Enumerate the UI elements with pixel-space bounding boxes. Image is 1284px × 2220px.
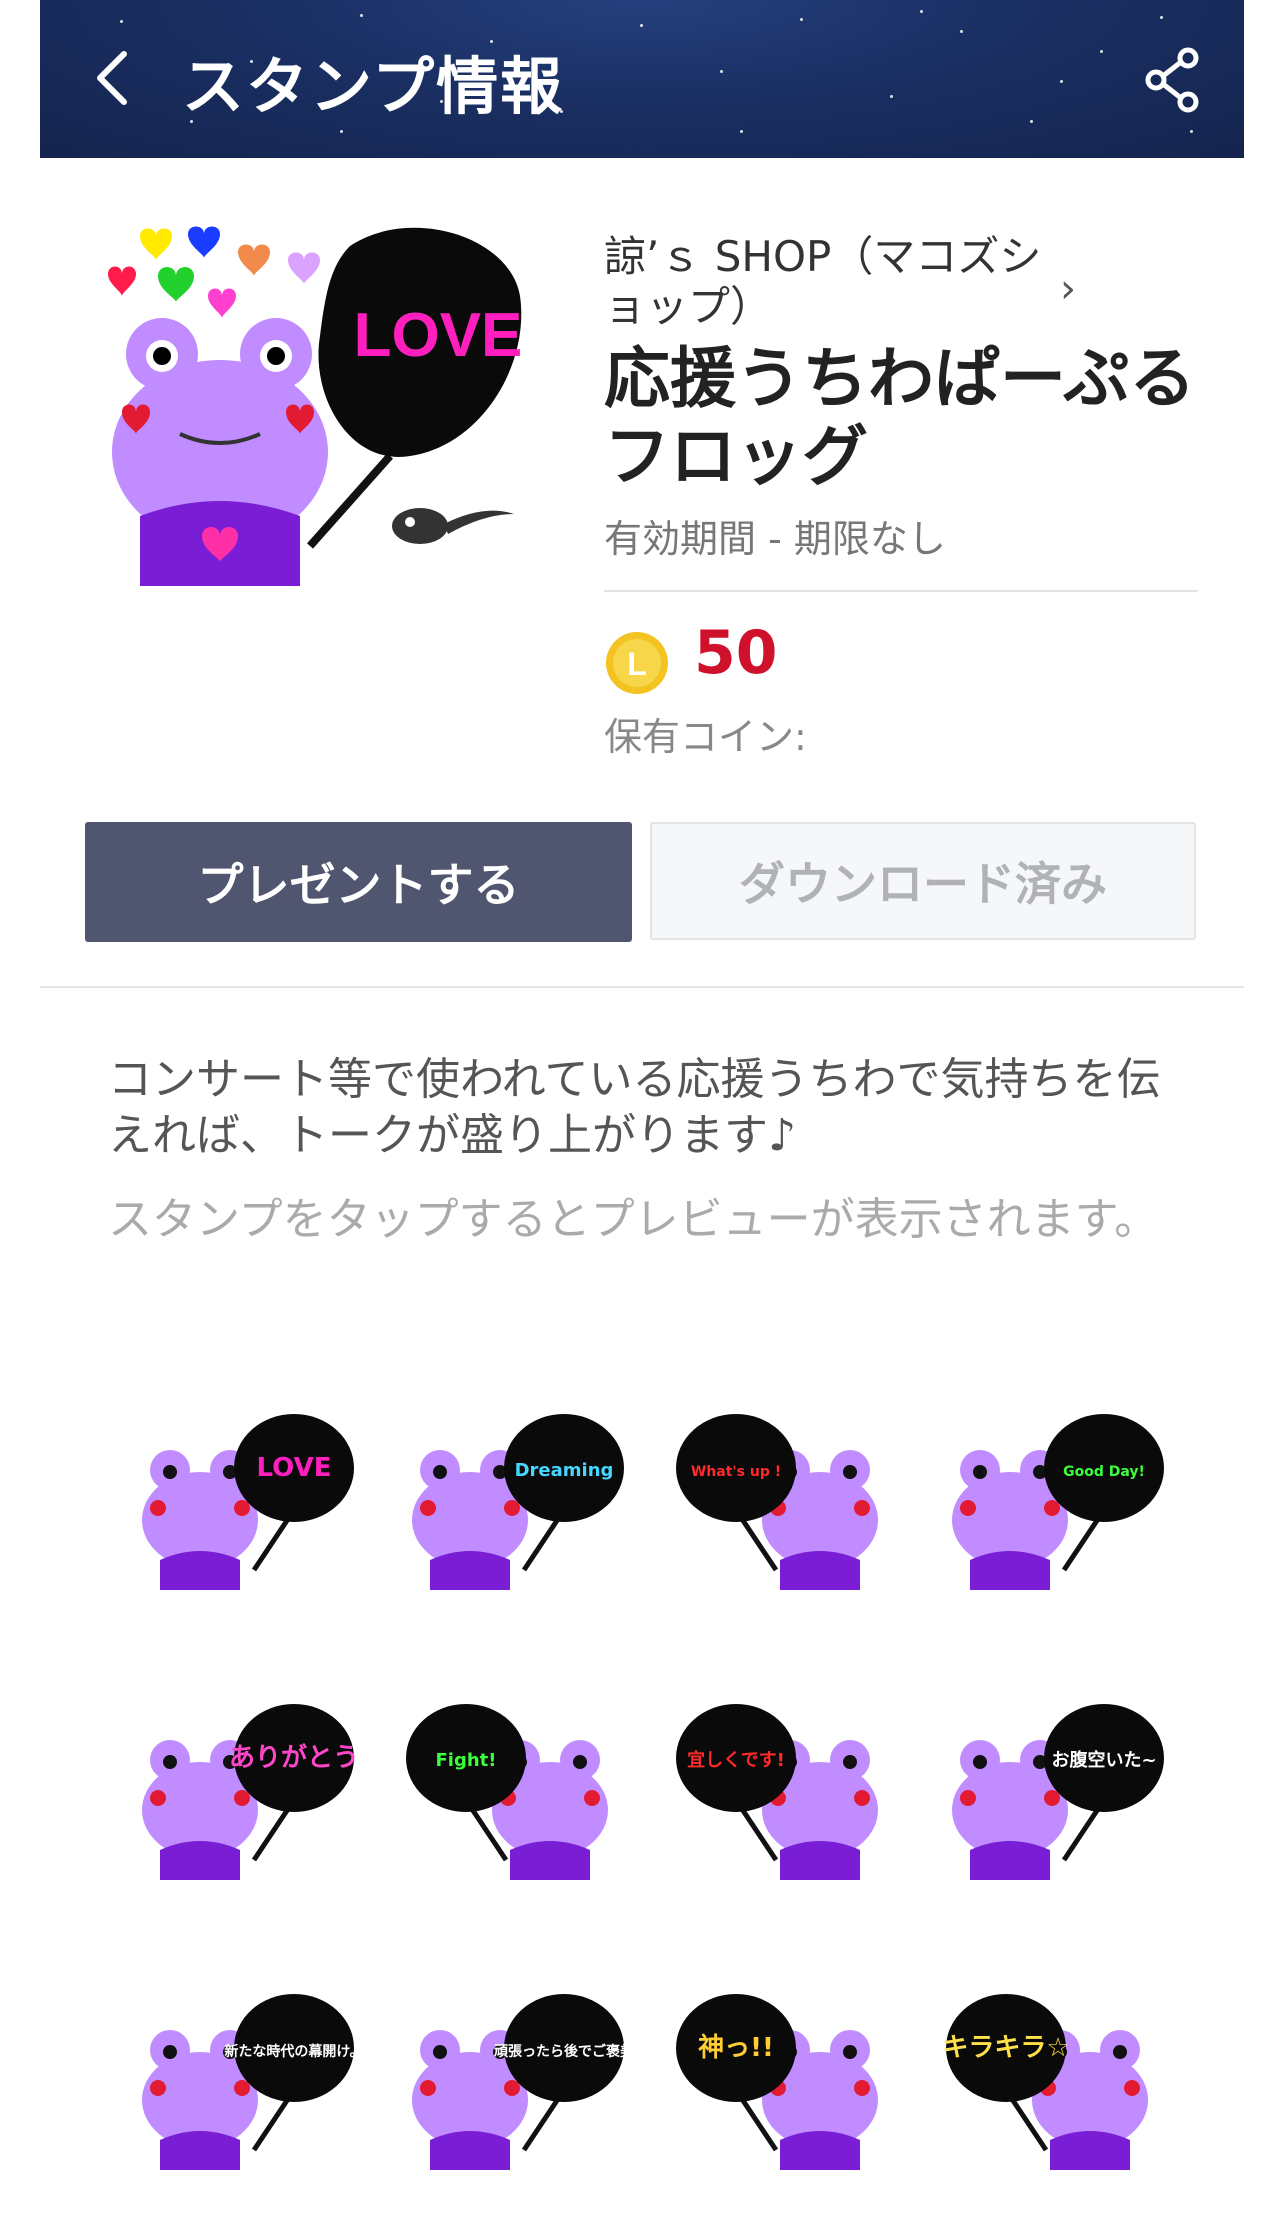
divider	[40, 986, 1244, 988]
star-decoration	[740, 130, 743, 133]
sticker-pack-title: 応援うちわぱーぷるフロッグ	[604, 340, 1196, 495]
star-decoration	[1060, 80, 1063, 83]
present-button[interactable]: プレゼントする	[85, 822, 632, 942]
star-decoration	[920, 10, 923, 13]
main-sticker-text: LOVE	[354, 301, 523, 370]
sticker-image: Dreaming	[412, 1414, 624, 1590]
star-decoration	[800, 18, 803, 21]
sticker-item[interactable]: Dreaming	[400, 1400, 630, 1600]
love-fan: LOVE	[307, 227, 523, 549]
star-decoration	[250, 60, 253, 63]
hearts-decoration	[108, 226, 320, 318]
sticker-item[interactable]: LOVE	[130, 1400, 360, 1600]
sticker-item[interactable]: Good Day!	[940, 1400, 1170, 1600]
star-decoration	[340, 130, 343, 133]
sticker-image: ありがとう	[142, 1704, 359, 1880]
star-decoration	[1100, 50, 1103, 53]
downloaded-button: ダウンロード済み	[650, 822, 1196, 940]
frog-character	[112, 318, 328, 586]
sticker-image: What's up !	[676, 1414, 878, 1590]
back-chevron-icon	[97, 51, 127, 105]
sticker-item[interactable]: キラキラ☆	[940, 1980, 1170, 2180]
star-decoration	[1190, 130, 1193, 133]
sticker-fan-text: 宜しくです!	[687, 1749, 785, 1771]
star-decoration	[720, 70, 723, 73]
main-sticker-image: LOVE	[100, 216, 570, 606]
sticker-item[interactable]: 頑張ったら後でご褒美	[400, 1980, 635, 2180]
sticker-info-page: スタンプ情報 LOVE 諒’ｓ SHOP（マコズショップ） › 応援うちわぱーぷ…	[0, 0, 1284, 2220]
star-decoration	[120, 20, 123, 23]
sticker-image: 宜しくです!	[676, 1704, 878, 1880]
sticker-image: LOVE	[142, 1414, 354, 1590]
line-coin-icon: L	[606, 632, 668, 694]
share-icon	[1145, 47, 1199, 113]
star-decoration	[1030, 120, 1033, 123]
sticker-fan-text: ありがとう	[229, 1742, 359, 1773]
tadpole-decoration	[392, 508, 514, 544]
divider	[604, 590, 1198, 592]
sticker-image: Good Day!	[952, 1414, 1164, 1590]
star-decoration	[1160, 16, 1163, 19]
sticker-item[interactable]: ありがとう	[130, 1690, 360, 1890]
sticker-fan-text: キラキラ☆	[942, 2033, 1069, 2063]
sticker-image: 神っ!!	[676, 1994, 878, 2170]
back-button[interactable]	[80, 42, 150, 112]
star-decoration	[190, 120, 193, 123]
sticker-item[interactable]: 新たな時代の幕開け。	[130, 1980, 364, 2180]
sticker-item[interactable]: Fight!	[400, 1690, 630, 1890]
star-decoration	[360, 14, 363, 17]
star-decoration	[560, 110, 563, 113]
sticker-item[interactable]: 神っ!!	[670, 1980, 900, 2180]
sticker-item[interactable]: 宜しくです!	[670, 1690, 900, 1890]
sticker-fan-text: 新たな時代の幕開け。	[224, 2043, 360, 2060]
star-decoration	[490, 40, 493, 43]
svg-text:L: L	[627, 646, 647, 682]
page-title: スタンプ情報	[182, 50, 565, 123]
preview-hint: スタンプをタップするとプレビューが表示されます。	[108, 1194, 1159, 1245]
header-bar: スタンプ情報	[40, 0, 1244, 158]
sticker-image: お腹空いた~	[952, 1704, 1164, 1880]
creator-link[interactable]: 諒’ｓ SHOP（マコズショップ） ›	[604, 232, 1084, 332]
sticker-item[interactable]: What's up !	[670, 1400, 900, 1600]
price: 50	[694, 618, 778, 688]
sticker-fan-text: お腹空いた~	[1051, 1749, 1156, 1771]
sticker-fan-text: What's up !	[691, 1464, 781, 1480]
sticker-fan-text: Fight!	[436, 1750, 497, 1771]
sticker-image: Fight!	[406, 1704, 608, 1880]
sticker-fan-text: LOVE	[257, 1453, 332, 1483]
sticker-fan-text: Dreaming	[515, 1460, 614, 1481]
sticker-image: キラキラ☆	[942, 1994, 1148, 2170]
owned-coins-label: 保有コイン:	[604, 715, 807, 759]
share-button[interactable]	[1138, 44, 1208, 114]
sticker-image: 新たな時代の幕開け。	[142, 1994, 364, 2170]
sticker-description: コンサート等で使われている応援うちわで気持ちを伝えれば、トークが盛り上がります♪	[108, 1054, 1161, 1161]
sticker-item[interactable]: お腹空いた~	[940, 1690, 1170, 1890]
star-decoration	[440, 100, 443, 103]
creator-name: 諒’ｓ SHOP（マコズショップ）	[604, 232, 1042, 331]
star-decoration	[960, 30, 963, 33]
sticker-fan-text: Good Day!	[1063, 1464, 1145, 1480]
star-decoration	[640, 24, 643, 27]
validity-period: 有効期間 - 期限なし	[604, 517, 946, 561]
sticker-fan-text: 頑張ったら後でご褒美	[493, 2043, 630, 2060]
sticker-image: 頑張ったら後でご褒美	[412, 1994, 635, 2170]
chevron-right-icon: ›	[1060, 266, 1076, 312]
sticker-fan-text: 神っ!!	[698, 2033, 774, 2063]
star-decoration	[890, 95, 893, 98]
